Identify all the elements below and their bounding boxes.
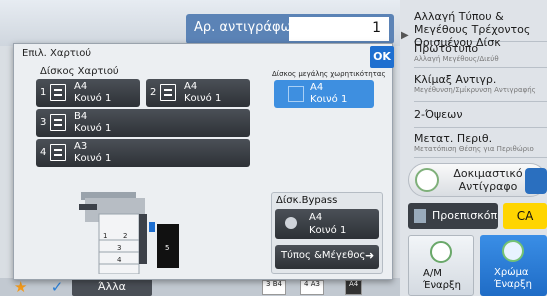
printer-tray-label: 2 — [123, 232, 127, 240]
start-diamond-icon — [430, 241, 452, 263]
other-button[interactable]: Άλλα — [72, 278, 152, 296]
copies-input[interactable]: 1 — [289, 17, 389, 41]
test-copy-label: Δοκιμαστικό Αντίγραφο — [453, 167, 523, 193]
rp-item-title: 2-Όψεων — [414, 108, 463, 121]
printer-tray-label: 5 — [165, 244, 169, 252]
type-size-button[interactable]: Τύπος &Μέγεθος ➜ — [275, 245, 379, 269]
tray-type: Κοινό 1 — [74, 123, 112, 134]
tray-icon — [50, 84, 66, 101]
tray-icon — [288, 86, 304, 102]
lct-heading: Δίσκος μεγάλης χωρητικότητας — [272, 70, 386, 78]
two-sided-item[interactable]: 2-Όψεων — [414, 104, 547, 128]
printer-tray-label: 1 — [103, 232, 107, 240]
tray-icon — [50, 114, 66, 131]
star-icon[interactable]: ★ — [14, 278, 42, 296]
tray-icon — [160, 84, 176, 101]
bypass-heading: Δίσκ.Bypass — [276, 195, 338, 206]
bypass-section: Δίσκ.Bypass A4 Κοινό 1 Τύπος &Μέγεθος ➜ — [271, 192, 383, 274]
copy-ratio-item[interactable]: Κλίμαξ Αντιγρ. Μεγέθυνση/Σμίκρυνση Αντιγ… — [414, 70, 547, 102]
lct-size: A4 — [310, 82, 324, 93]
dialog-title: Επιλ. Χαρτιού — [22, 48, 92, 59]
tray-status-size: B4 — [272, 280, 282, 288]
bypass-type: Κοινό 1 — [309, 225, 347, 236]
lct-type: Κοινό 1 — [310, 94, 348, 105]
tray-status-size: A3 — [310, 280, 320, 288]
tray-icon — [50, 144, 66, 161]
tray-4-button[interactable]: 4 A3 Κοινό 1 — [36, 139, 250, 167]
tray-type: Κοινό 1 — [184, 93, 222, 104]
copies-panel: Αρ. αντιγράφων 1 — [186, 14, 394, 44]
tray-status-extra: A4 — [345, 280, 363, 295]
printer-tray-label: 4 — [117, 256, 122, 264]
panel-expand-icon[interactable]: ▶ — [401, 30, 413, 41]
tray-status-row: 4 A3 — [300, 280, 324, 295]
bw-start-button[interactable]: Α/Μ Έναρξη — [408, 235, 474, 296]
tray-2-button[interactable]: 2 A4 Κοινό 1 — [146, 79, 250, 107]
copies-label: Αρ. αντιγράφων — [194, 20, 299, 35]
rp-item-subtitle: Μεγέθυνση/Σμίκρυνση Αντιγραφής — [414, 86, 536, 94]
printer-tray-label: 3 — [117, 244, 121, 252]
preview-button[interactable]: Προεπισκόπ — [408, 203, 498, 229]
start-diamond-icon — [415, 168, 439, 192]
arrow-right-icon: ➜ — [365, 249, 375, 262]
color-start-button[interactable]: Χρώμα Έναρξη — [480, 235, 547, 296]
bypass-size: A4 — [309, 212, 323, 223]
color-start-label: Χρώμα Έναρξη — [494, 267, 532, 290]
start-diamond-icon — [502, 240, 524, 262]
tray-size: A3 — [74, 141, 88, 152]
tray-number: 4 — [40, 147, 47, 158]
bw-start-label: Α/Μ Έναρξη — [423, 268, 461, 291]
rp-item-subtitle: Αλλαγή Μεγέθους/Διεύθ — [414, 55, 499, 63]
lct-tray-button[interactable]: A4 Κοινό 1 — [274, 80, 374, 108]
preview-icon — [414, 209, 426, 223]
type-size-label: Τύπος &Μέγεθος — [281, 250, 366, 261]
tray-type: Κοινό 1 — [74, 153, 112, 164]
ok-button[interactable]: OK — [370, 46, 394, 68]
rp-item-title: Πρωτότυπο — [414, 42, 479, 55]
tray-1-button[interactable]: 1 A4 Κοινό 1 — [36, 79, 140, 107]
tray-size: A4 — [74, 81, 88, 92]
rp-item-title: Μετατ. Περιθ. — [414, 132, 493, 145]
tray-number: 3 — [40, 117, 47, 128]
preview-label: Προεπισκόπ — [432, 209, 498, 222]
tray-number: 2 — [150, 87, 157, 98]
tray-size: A4 — [184, 81, 198, 92]
check-icon[interactable]: ✓ — [42, 278, 72, 296]
tray-status-num: 3 — [266, 280, 271, 288]
test-copy-toggle[interactable] — [525, 168, 547, 194]
paper-trays-heading: Δίσκος Χαρτιού — [40, 66, 119, 77]
original-item[interactable]: Πρωτότυπο Αλλαγή Μεγέθους/Διεύθ — [414, 42, 547, 68]
tray-status-num: 4 — [304, 280, 309, 288]
tray-type: Κοινό 1 — [74, 93, 112, 104]
paper-select-dialog: Επιλ. Χαρτιού OK Δίσκος Χαρτιού 1 A4 Κοι… — [13, 43, 394, 280]
tray-size: B4 — [74, 111, 88, 122]
printer-output — [79, 204, 97, 210]
tray-3-button[interactable]: 3 B4 Κοινό 1 — [36, 109, 250, 137]
tray-status-row: 3 B4 — [262, 280, 286, 295]
margin-shift-item[interactable]: Μετατ. Περιθ. Μετατόπιση Θέσης για Περιθ… — [414, 128, 547, 158]
change-tray-type-size-item[interactable]: Αλλαγή Τύπου & Μεγέθους Τρέχοντος Ορισμέ… — [414, 10, 547, 49]
tray-number: 1 — [40, 87, 47, 98]
rp-item-subtitle: Μετατόπιση Θέσης για Περιθώριο — [414, 145, 534, 153]
clear-all-button[interactable]: CA — [503, 203, 547, 229]
bypass-icon — [285, 217, 297, 229]
bypass-tray-button[interactable]: A4 Κοινό 1 — [275, 209, 379, 239]
bypass-arrow-icon — [149, 222, 155, 232]
rp-item-title: Κλίμαξ Αντιγρ. — [414, 73, 497, 86]
test-copy-button[interactable]: Δοκιμαστικό Αντίγραφο — [408, 163, 547, 197]
printer-side-panel — [139, 214, 147, 264]
printer-illustration: 1 2 3 4 5 — [79, 192, 179, 274]
bottom-bar: ★ ✓ Άλλα 3 B4 4 A3 A4 — [0, 278, 400, 296]
